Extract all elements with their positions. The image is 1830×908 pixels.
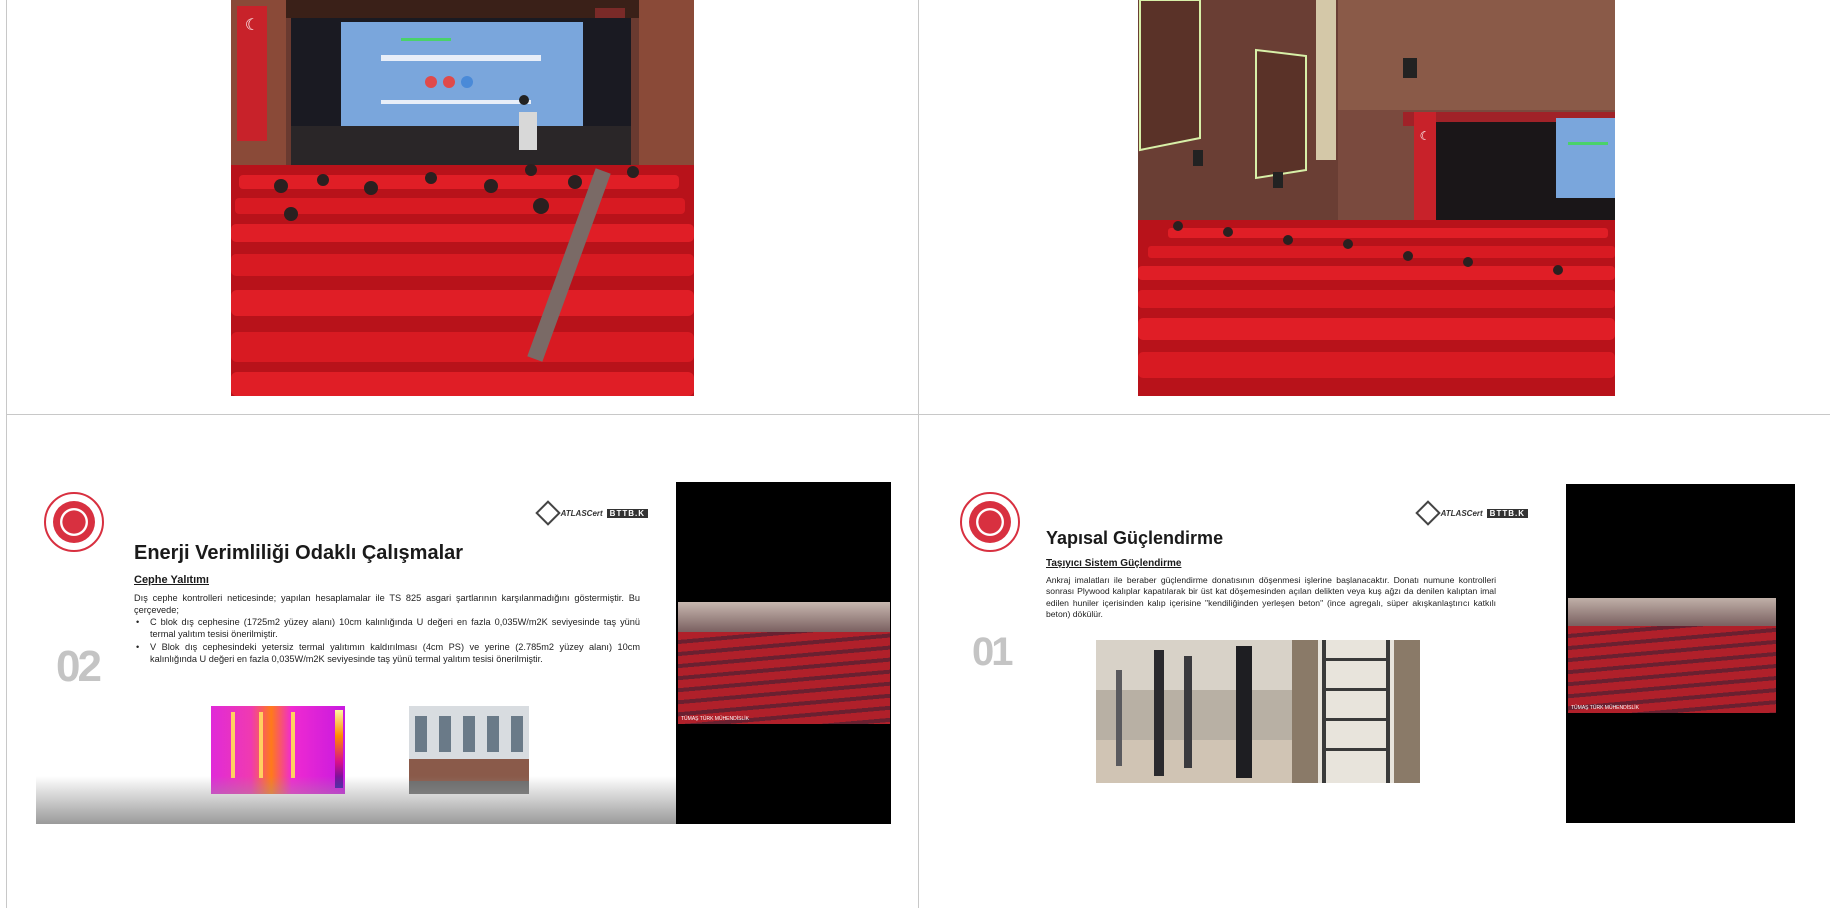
slide-fade [36, 776, 676, 824]
column-reinforcement-image [1292, 640, 1420, 783]
slide-energy-efficiency: ATLASCert BTTB.K 02 Enerji Verimliliği O… [36, 482, 891, 824]
diamond-logo-icon [534, 500, 561, 526]
auditorium-stage-image: ☾ [231, 0, 694, 396]
presenter-camera-feed: TÜMAŞ TÜRK MÜHENDİSLİK [1568, 598, 1776, 713]
slide-number: 01 [972, 630, 1013, 674]
construction-site-image [1096, 640, 1292, 783]
bullet-item: V Blok dış cephesindeki yetersiz termal … [134, 641, 640, 665]
slide-body: Dış cephe kontrolleri neticesinde; yapıl… [134, 592, 640, 665]
diamond-logo-icon [1414, 500, 1441, 526]
slide-subtitle: Cephe Yalıtımı [134, 574, 209, 586]
slide-structural-strengthening: ATLASCert BTTB.K 01 Yapısal Güçlendirme … [958, 484, 1795, 823]
camera-label: TÜMAŞ TÜRK MÜHENDİSLİK [681, 716, 749, 722]
slide-content: ATLASCert BTTB.K 02 Enerji Verimliliği O… [36, 482, 676, 824]
camera-label: TÜMAŞ TÜRK MÜHENDİSLİK [1571, 705, 1639, 711]
logo-text: ATLASCert [1440, 508, 1483, 518]
bullet-item: C blok dış cephesine (1725m2 yüzey alanı… [134, 616, 640, 640]
slide-content: ATLASCert BTTB.K 01 Yapısal Güçlendirme … [958, 484, 1566, 823]
auditorium-side-image: ☾ [1138, 0, 1615, 396]
slide-subtitle: Taşıyıcı Sistem Güçlendirme [1046, 558, 1182, 569]
grid-divider-vertical [918, 0, 919, 908]
auditorium-stage-photo: ☾ [231, 0, 694, 396]
slide-title: Enerji Verimliliği Odaklı Çalışmalar [134, 542, 464, 564]
partner-logo: ATLASCert BTTB.K [1414, 500, 1528, 526]
institution-seal-logo [960, 492, 1020, 552]
logo-bar: BTTB.K [606, 508, 648, 518]
slide-title: Yapısal Güçlendirme [1046, 528, 1224, 548]
svg-text:☾: ☾ [1420, 129, 1431, 143]
partner-logo: ATLASCert BTTB.K [534, 500, 648, 526]
slide-number: 02 [56, 642, 102, 691]
svg-text:☾: ☾ [245, 15, 259, 34]
grid-divider-horizontal [6, 414, 1830, 415]
slide-paragraph: Dış cephe kontrolleri neticesinde; yapıl… [134, 593, 640, 616]
auditorium-side-photo: ☾ [1138, 0, 1615, 396]
presenter-camera-feed: TÜMAŞ TÜRK MÜHENDİSLİK [678, 602, 890, 724]
logo-text: ATLASCert [560, 508, 603, 518]
logo-bar: BTTB.K [1486, 508, 1528, 518]
institution-seal-logo [44, 492, 104, 552]
grid-border-left [6, 0, 7, 908]
slide-paragraph: Ankraj imalatları ile beraber güçlendirm… [1046, 575, 1496, 620]
